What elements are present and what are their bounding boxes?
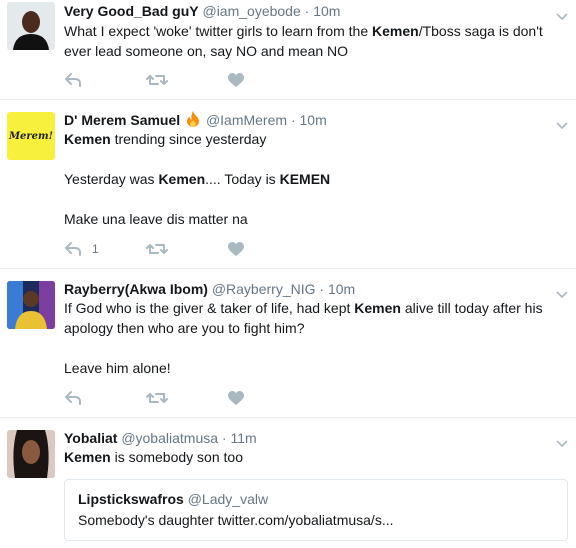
keyword-highlight[interactable]: Kemen xyxy=(354,300,401,316)
text-segment: .... Today is xyxy=(205,171,280,187)
retweet-button[interactable] xyxy=(146,70,168,90)
tweet-header: Rayberry(Akwa Ibom) @Rayberry_NIG · 10m xyxy=(64,280,355,298)
timestamp[interactable]: 10m xyxy=(313,3,340,19)
reply-icon xyxy=(65,242,81,256)
fullname[interactable]: Yobaliat xyxy=(64,430,117,446)
quoted-fullname[interactable]: Lipstickswafros xyxy=(78,491,184,507)
heart-icon xyxy=(228,241,244,256)
text-segment: If God who is the giver & taker of life,… xyxy=(64,300,355,316)
retweet-icon xyxy=(146,75,168,85)
timestamp[interactable]: 11m xyxy=(230,430,256,446)
quoted-screen-name[interactable]: @Lady_valw xyxy=(188,491,268,507)
chevron-down-icon[interactable] xyxy=(556,286,568,299)
reply-button[interactable]: 1 xyxy=(64,239,99,259)
text-segment: trending since yesterday xyxy=(110,131,267,147)
fullname[interactable]: D' Merem Samuel xyxy=(64,112,180,128)
like-button[interactable] xyxy=(228,239,244,259)
tweet-2[interactable]: Merem! D' Merem Samuel @IamMerem · 10m K… xyxy=(0,100,576,269)
text-line: Make una leave dis matter na xyxy=(64,211,248,227)
reply-button[interactable] xyxy=(64,388,82,408)
retweet-button[interactable] xyxy=(146,388,168,408)
keyword-highlight[interactable]: Kemen xyxy=(64,131,111,147)
keyword-highlight[interactable]: KEMEN xyxy=(280,171,331,187)
timestamp[interactable]: 10m xyxy=(328,281,355,297)
keyword-highlight[interactable]: Kemen xyxy=(158,171,205,187)
tweet-3[interactable]: Rayberry(Akwa Ibom) @Rayberry_NIG · 10m … xyxy=(0,269,576,418)
reply-icon xyxy=(65,73,81,87)
text-line: Kemen trending since yesterday xyxy=(64,129,564,149)
keyword-highlight[interactable]: Kemen xyxy=(64,449,111,465)
like-button[interactable] xyxy=(228,388,244,408)
text-line: Leave him alone! xyxy=(64,360,171,376)
text-line: apology then who are you to fight him? xyxy=(64,320,305,336)
tweet-text: Kemen is somebody son too xyxy=(64,447,564,467)
avatar[interactable]: Merem! xyxy=(7,112,55,160)
separator-dot: · xyxy=(221,430,227,446)
heart-icon xyxy=(228,72,244,87)
fullname[interactable]: Rayberry(Akwa Ibom) xyxy=(64,281,208,297)
screen-name[interactable]: @iam_oyebode xyxy=(202,3,300,19)
text-segment: alive till today after his xyxy=(400,300,543,316)
text-segment: is somebody son too xyxy=(110,449,243,465)
avatar[interactable] xyxy=(7,2,55,50)
tweet-text: If God who is the giver & taker of life,… xyxy=(64,298,564,378)
fullname[interactable]: Very Good_Bad guY xyxy=(64,3,199,19)
like-button[interactable] xyxy=(228,70,244,90)
tweet-1[interactable]: Very Good_Bad guY @iam_oyebode · 10m Wha… xyxy=(0,0,576,100)
retweet-icon xyxy=(146,393,168,403)
separator-dot: · xyxy=(290,112,296,128)
text-line: Kemen is somebody son too xyxy=(64,447,564,467)
reply-count: 1 xyxy=(92,242,99,256)
tweet-header: D' Merem Samuel @IamMerem · 10m xyxy=(64,111,327,131)
timestamp[interactable]: 10m xyxy=(300,112,327,128)
tweet-header: Yobaliat @yobaliatmusa · 11m xyxy=(64,429,257,447)
screen-name[interactable]: @IamMerem xyxy=(206,112,287,128)
quoted-tweet-header: Lipstickswafros @Lady_valw xyxy=(78,491,268,507)
reply-button[interactable] xyxy=(64,70,82,90)
avatar[interactable] xyxy=(7,430,55,478)
retweet-button[interactable] xyxy=(146,239,168,259)
screen-name[interactable]: @yobaliatmusa xyxy=(121,430,218,446)
reply-icon xyxy=(65,391,81,405)
screen-name[interactable]: @Rayberry_NIG xyxy=(212,281,316,297)
retweet-icon xyxy=(146,244,168,254)
chevron-down-icon[interactable] xyxy=(556,435,568,448)
fire-icon xyxy=(186,111,200,131)
separator-dot: · xyxy=(319,281,325,297)
heart-icon xyxy=(228,390,244,405)
text-line: If God who is the giver & taker of life,… xyxy=(64,298,564,318)
tweet-header: Very Good_Bad guY @iam_oyebode · 10m xyxy=(64,2,340,20)
tweet-text: What I expect 'woke' twitter girls to le… xyxy=(64,21,564,61)
chevron-down-icon[interactable] xyxy=(556,117,568,130)
chevron-down-icon[interactable] xyxy=(556,8,568,21)
tweet-text: Kemen trending since yesterday Yesterday… xyxy=(64,129,564,229)
quoted-tweet-text: Somebody's daughter twitter.com/yobaliat… xyxy=(78,512,394,528)
separator-dot: · xyxy=(304,3,310,19)
tweet-4[interactable]: Yobaliat @yobaliatmusa · 11m Kemen is so… xyxy=(0,418,576,548)
avatar-logo-text: Merem! xyxy=(8,130,54,142)
keyword-highlight[interactable]: Kemen xyxy=(372,23,419,39)
quoted-tweet[interactable]: Lipstickswafros @Lady_valw Somebody's da… xyxy=(64,479,568,541)
text-line: Yesterday was Kemen.... Today is KEMEN xyxy=(64,169,564,189)
avatar[interactable] xyxy=(7,281,55,329)
text-segment: What I expect 'woke' twitter girls to le… xyxy=(64,23,373,39)
text-segment: Yesterday was xyxy=(64,171,159,187)
